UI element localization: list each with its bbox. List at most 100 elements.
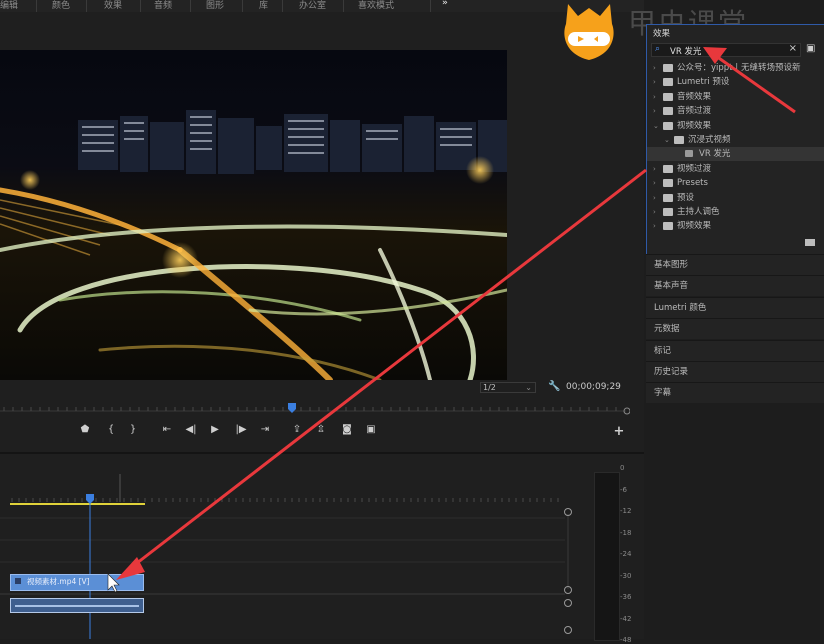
camera-icon[interactable]: ◙ <box>340 424 354 435</box>
effects-tree-label: 沉浸式视频 <box>688 135 731 145</box>
effects-tree-item[interactable]: › 视频效果 <box>647 219 824 233</box>
panel-tab[interactable]: 标记 <box>646 339 824 361</box>
scroll-handle[interactable] <box>564 626 572 634</box>
lift-button[interactable]: ⇪ <box>290 424 304 435</box>
folder-icon <box>663 121 673 130</box>
chevron-down-icon: ⌄ <box>525 383 532 392</box>
zoom-level-value: 1/2 <box>483 383 496 392</box>
effects-tree-item[interactable]: › Presets <box>647 176 824 190</box>
effects-tree-item[interactable]: › 视频过渡 <box>647 162 824 176</box>
chevron-right-icon[interactable]: › <box>653 75 661 89</box>
meter-tick-label: -36 <box>620 593 632 601</box>
search-input[interactable]: VR 发光 <box>670 45 701 57</box>
audio-clip[interactable] <box>10 598 144 613</box>
meter-tick-label: -12 <box>620 507 632 515</box>
effects-tree-label: 视频效果 <box>677 120 712 131</box>
new-bin-icon[interactable]: ▣ <box>806 43 815 54</box>
scroll-handle[interactable] <box>564 599 572 607</box>
clip-label: 视频素材.mp4 [V] <box>27 577 90 586</box>
effects-tree-item[interactable]: ⌄ 沉浸式视频 <box>647 133 824 147</box>
chevron-right-icon[interactable]: › <box>653 205 661 219</box>
panel-tab[interactable]: 元数据 <box>646 318 824 340</box>
mark-out-button[interactable]: } <box>126 424 140 435</box>
effects-tree-item[interactable]: › 预设 <box>647 191 824 205</box>
effects-tree-label: 音频效果 <box>677 91 712 102</box>
effects-tree-item[interactable]: › 音频效果 <box>647 90 824 104</box>
chevron-right-icon[interactable]: › <box>653 219 661 233</box>
mark-in-button[interactable]: { <box>104 424 118 435</box>
workspace-office[interactable]: 办公室 <box>299 0 326 11</box>
go-to-out-button[interactable]: ⇥ <box>258 424 272 435</box>
meter-tick-label: -18 <box>620 528 632 537</box>
meter-tick-label: -48 <box>620 636 632 644</box>
meter-tick-label: 0 <box>620 464 625 472</box>
ruler-ticks <box>0 403 631 415</box>
folder-icon <box>663 193 673 202</box>
video-clip[interactable]: 视频素材.mp4 [V] <box>10 574 144 591</box>
add-marker-button[interactable]: ⬟ <box>78 424 92 435</box>
effects-tree-label: 视频过渡 <box>677 163 712 174</box>
effects-tree-label: VR 发光 <box>699 149 731 160</box>
playhead-marker[interactable] <box>86 494 94 504</box>
add-button[interactable]: + <box>612 424 626 439</box>
effects-search-field[interactable]: ⌕ VR 发光 × <box>651 43 801 57</box>
effects-tree-item[interactable]: ⌄ 视频效果 <box>647 119 824 133</box>
folder-icon <box>663 107 673 116</box>
chevron-right-icon[interactable]: › <box>653 61 661 75</box>
panel-tab[interactable]: 基本声音 <box>646 275 824 297</box>
panel-title: 效果 <box>653 29 671 39</box>
workspace-audio[interactable]: 音频 <box>154 0 172 11</box>
monitor-scrub-bar[interactable] <box>0 403 631 415</box>
audio-meter-bar <box>594 472 620 641</box>
effects-tree-item[interactable]: › 公众号：yippt丨无缝转场预设新 <box>647 61 824 75</box>
comparison-view-button[interactable]: ▣ <box>364 424 378 435</box>
folder-icon <box>663 92 673 101</box>
folder-icon <box>663 222 673 231</box>
effects-tree-label: 预设 <box>677 192 695 203</box>
chevron-right-icon[interactable]: › <box>653 191 661 205</box>
folder-icon <box>663 208 673 216</box>
divider <box>242 0 243 12</box>
chevron-right-icon[interactable]: › <box>653 176 661 190</box>
go-to-in-button[interactable]: ⇤ <box>160 424 174 435</box>
folder-icon <box>663 64 673 72</box>
effects-tree-item[interactable]: › 音频过渡 <box>647 104 824 118</box>
fox-logo-icon <box>564 4 614 60</box>
panel-tab[interactable]: 基本图形 <box>646 254 824 275</box>
effects-tree-item[interactable]: VR 发光 <box>647 147 824 162</box>
workspace-graphics[interactable]: 图形 <box>206 0 224 11</box>
wrench-icon[interactable]: 🔧 <box>548 381 560 392</box>
workspace-library[interactable]: 库 <box>259 0 268 11</box>
more-workspaces-button[interactable]: » <box>442 0 448 8</box>
chevron-right-icon[interactable]: › <box>653 162 661 176</box>
divider <box>430 0 431 12</box>
workspace-effects[interactable]: 效果 <box>104 0 122 11</box>
panel-tab[interactable]: 字幕 <box>646 382 824 404</box>
playhead-timecode[interactable]: 00;00;09;29 <box>566 382 621 392</box>
chevron-down-icon[interactable]: ⌄ <box>653 119 661 133</box>
play-button[interactable]: ▶ <box>208 424 222 435</box>
chevron-right-icon[interactable]: › <box>653 90 661 104</box>
effects-tree-item[interactable]: › Lumetri 预设 <box>647 75 824 89</box>
extract-button[interactable]: ⇫ <box>314 424 328 435</box>
workspace-color[interactable]: 颜色 <box>52 0 70 11</box>
panel-tab[interactable]: 历史记录 <box>646 361 824 382</box>
new-folder-icon[interactable] <box>805 239 815 246</box>
effects-tree-label: 音频过渡 <box>677 106 712 117</box>
workspace-edit[interactable]: 编辑 <box>0 0 18 11</box>
effects-tree-item[interactable]: › 主持人调色 <box>647 205 824 219</box>
chevron-right-icon[interactable]: › <box>653 104 661 118</box>
fx-badge-icon <box>15 578 21 584</box>
folder-icon <box>663 179 673 188</box>
step-back-button[interactable]: ◀| <box>184 424 198 435</box>
chevron-down-icon[interactable]: ⌄ <box>664 133 672 147</box>
brand-logo <box>554 2 624 64</box>
step-forward-button[interactable]: |▶ <box>234 424 248 435</box>
zoom-level-dropdown[interactable]: 1/2 ⌄ <box>480 382 536 393</box>
panel-tab[interactable]: Lumetri 颜色 <box>646 296 824 318</box>
workspace-favorite[interactable]: 喜欢模式 <box>358 0 394 11</box>
divider <box>36 0 37 12</box>
clear-search-button[interactable]: × <box>789 43 797 54</box>
effects-tree-label: 公众号：yippt丨无缝转场预设新 <box>677 63 801 73</box>
meter-tick-label: -30 <box>620 571 632 580</box>
